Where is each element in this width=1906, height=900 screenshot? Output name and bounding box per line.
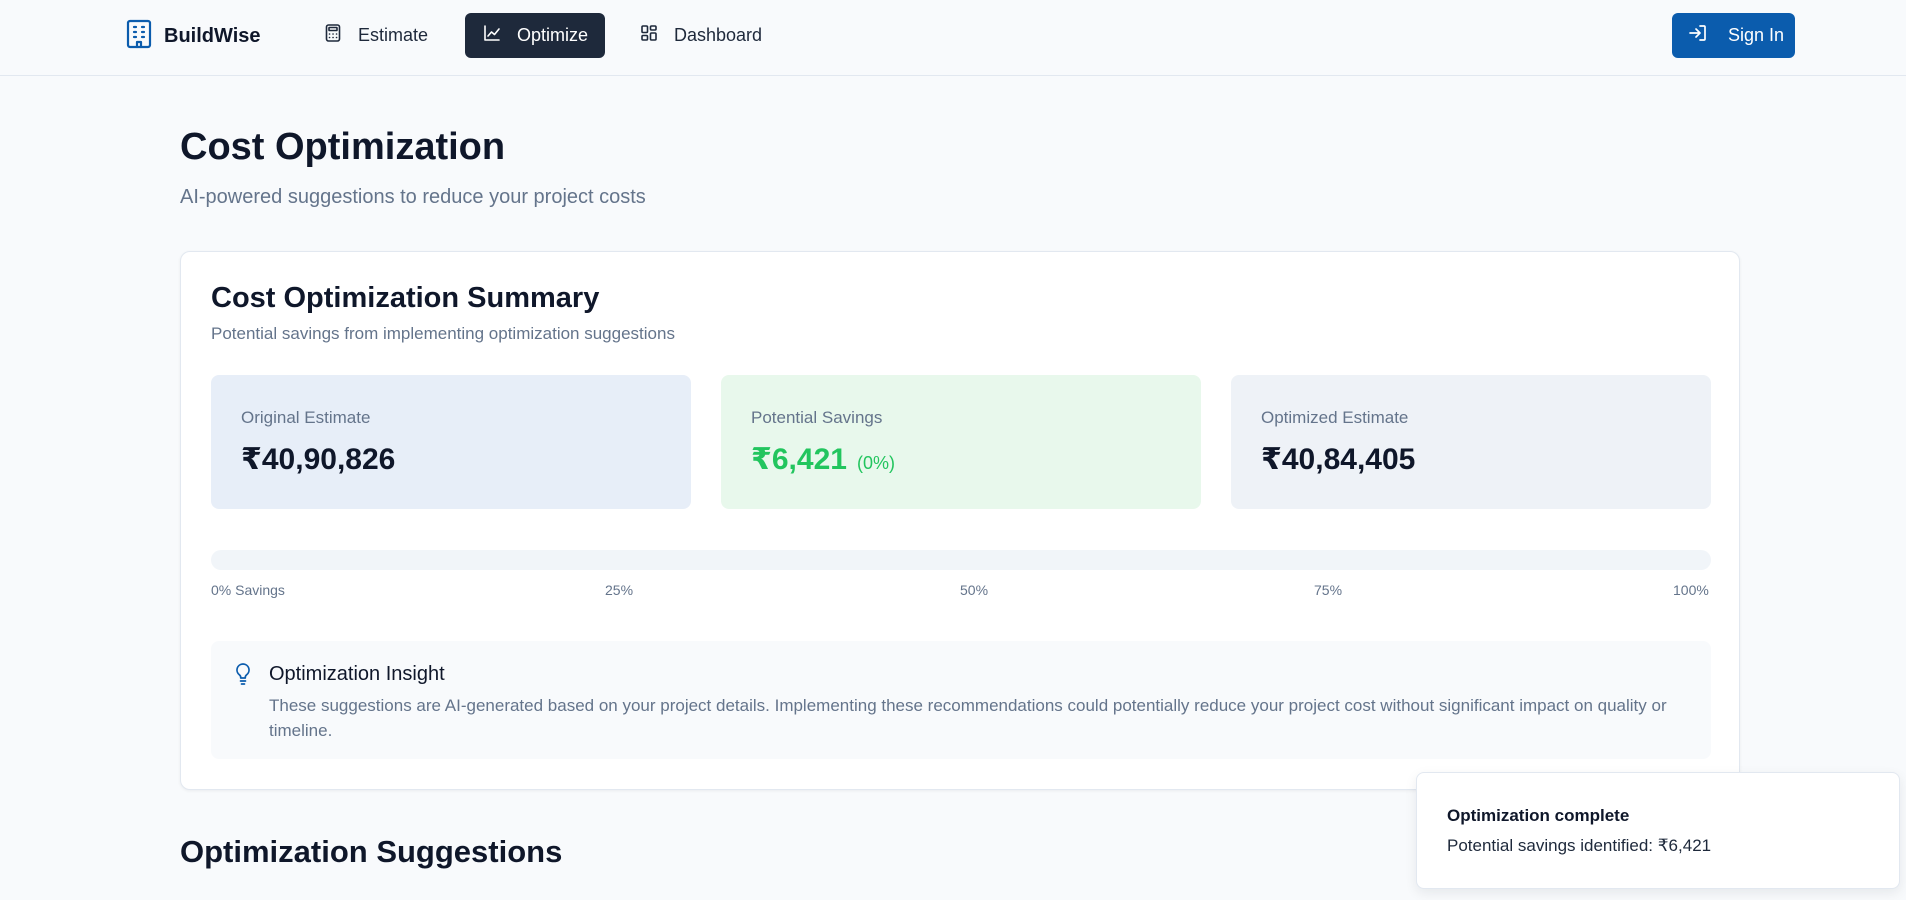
summary-description: Potential savings from implementing opti… — [211, 324, 675, 343]
original-estimate-tile: Original Estimate ₹40,90,826 — [211, 375, 691, 509]
summary-title: Cost Optimization Summary — [211, 282, 600, 314]
optimized-estimate-tile: Optimized Estimate ₹40,84,405 — [1231, 375, 1711, 509]
page-subtitle: AI-powered suggestions to reduce your pr… — [180, 186, 646, 208]
sign-in-label: Sign In — [1728, 25, 1785, 45]
building-icon — [126, 19, 152, 54]
dashboard-grid-icon — [640, 24, 658, 47]
insight-text: These suggestions are AI-generated based… — [269, 696, 1667, 740]
toast-notification[interactable]: Optimization complete Potential savings … — [1416, 772, 1900, 889]
optimized-estimate-value: ₹40,84,405 — [1261, 443, 1416, 476]
potential-savings-tile: Potential Savings ₹6,421 (0%) — [721, 375, 1201, 509]
sign-in-button[interactable]: Sign In — [1672, 13, 1795, 58]
potential-savings-label: Potential Savings — [751, 408, 883, 427]
brand-logo[interactable]: BuildWise — [126, 18, 261, 54]
nav-estimate[interactable]: Estimate — [306, 13, 446, 58]
potential-savings-value: ₹6,421 — [751, 443, 847, 476]
progress-tick-50: 50% — [960, 582, 989, 598]
nav-optimize[interactable]: Optimize — [465, 13, 605, 58]
suggestions-section-title: Optimization Suggestions — [180, 834, 563, 869]
toast-title: Optimization complete — [1447, 806, 1630, 825]
nav-dashboard[interactable]: Dashboard — [622, 13, 786, 58]
original-estimate-value: ₹40,90,826 — [241, 443, 396, 476]
potential-savings-percent: (0%) — [856, 453, 895, 473]
top-navbar: BuildWise Estimate Optimize Dashboard Si… — [0, 0, 1906, 76]
nav-estimate-label: Estimate — [358, 25, 429, 45]
progress-tick-75: 75% — [1314, 582, 1343, 598]
toast-message: Potential savings identified: ₹6,421 — [1447, 836, 1712, 855]
log-in-icon — [1688, 23, 1708, 48]
insight-title: Optimization Insight — [269, 663, 445, 685]
savings-progress-bar — [211, 550, 1711, 570]
calculator-icon — [324, 24, 342, 47]
original-estimate-label: Original Estimate — [241, 408, 371, 427]
page-title: Cost Optimization — [180, 126, 506, 168]
line-chart-icon — [483, 24, 501, 47]
optimized-estimate-label: Optimized Estimate — [1261, 408, 1409, 427]
progress-tick-0: 0% Savings — [211, 582, 285, 598]
summary-card: Cost Optimization Summary Potential savi… — [180, 251, 1740, 790]
nav-dashboard-label: Dashboard — [674, 25, 763, 45]
nav-optimize-label: Optimize — [517, 25, 589, 45]
progress-tick-25: 25% — [605, 582, 634, 598]
optimization-insight: Optimization Insight These suggestions a… — [211, 641, 1711, 759]
progress-tick-100: 100% — [1673, 582, 1709, 598]
brand-name: BuildWise — [164, 24, 261, 47]
